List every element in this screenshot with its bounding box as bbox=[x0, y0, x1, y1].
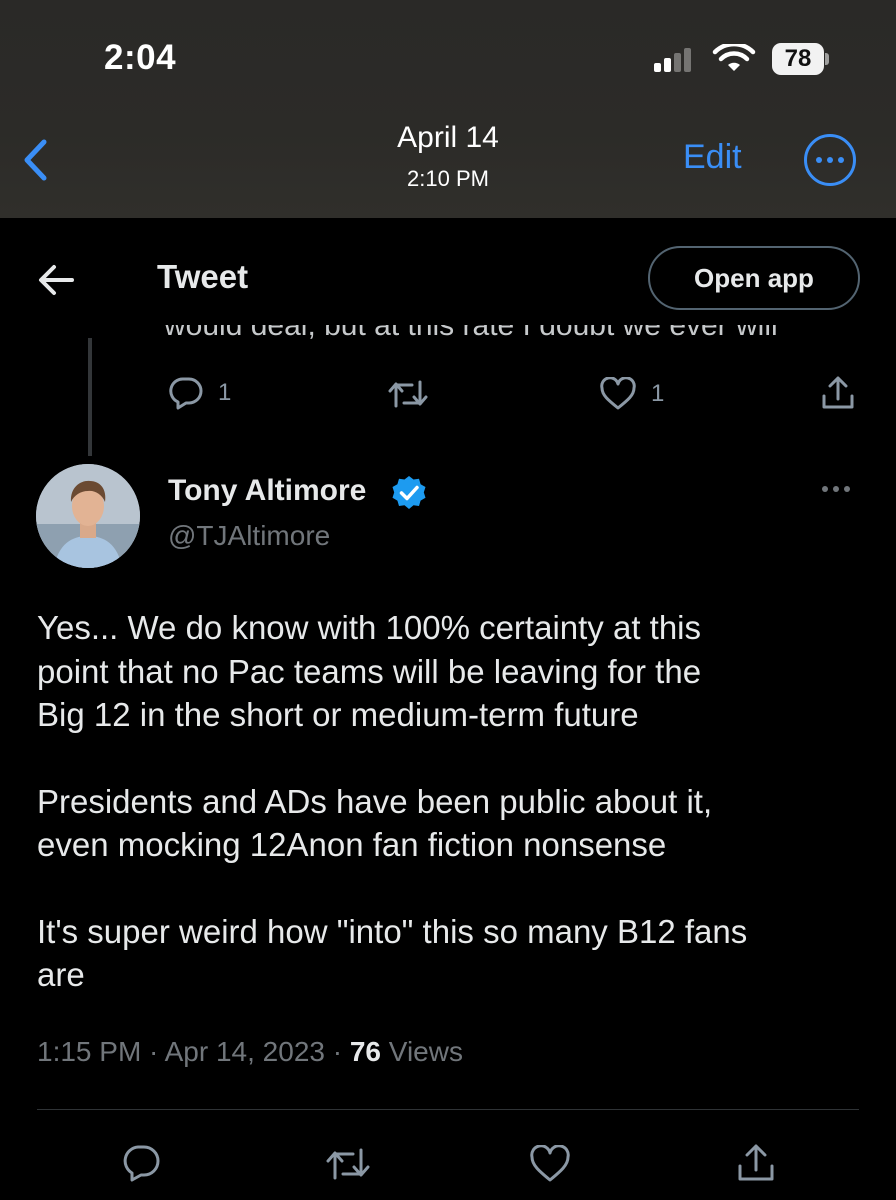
tweet-paragraph: It's super weird how "into" this so many… bbox=[37, 912, 748, 994]
reply-button[interactable] bbox=[121, 1144, 161, 1182]
wifi-icon bbox=[712, 44, 756, 71]
photo-time: 2:10 PM bbox=[407, 166, 489, 191]
open-app-button[interactable]: Open app bbox=[648, 246, 860, 310]
share-button[interactable] bbox=[736, 1142, 776, 1184]
previous-tweet-actions: 1 1 bbox=[0, 370, 896, 420]
share-icon bbox=[822, 376, 854, 409]
more-icon bbox=[816, 157, 822, 163]
retweet-icon bbox=[388, 380, 428, 408]
views-count: 76 bbox=[349, 1036, 381, 1067]
cellular-signal-icon bbox=[654, 48, 691, 72]
like-icon bbox=[530, 1145, 570, 1182]
author-handle[interactable]: @TJAltimore bbox=[168, 520, 330, 552]
verified-badge-icon bbox=[392, 476, 426, 509]
battery-level: 78 bbox=[772, 43, 824, 75]
tweet-timestamp[interactable]: 1:15 PM · Apr 14, 2023 · bbox=[37, 1036, 350, 1067]
like-button[interactable]: 1 bbox=[599, 377, 664, 411]
retweet-button[interactable] bbox=[325, 1146, 371, 1182]
status-time: 2:04 bbox=[104, 38, 177, 77]
tweet-paragraph: Yes... We do know with 100% certainty at… bbox=[37, 609, 702, 733]
battery-icon: 78 bbox=[772, 43, 829, 75]
like-button[interactable] bbox=[529, 1145, 571, 1183]
more-options-button[interactable] bbox=[804, 134, 856, 186]
retweet-button[interactable] bbox=[387, 378, 429, 410]
photo-viewer-header: 2:04 78 April 14 2:10 PM Edit bbox=[0, 0, 896, 218]
share-icon bbox=[738, 1144, 774, 1181]
tweet-meta: 1:15 PM · Apr 14, 2023 · 76 Views bbox=[37, 1036, 463, 1068]
more-icon bbox=[822, 486, 828, 492]
edit-button[interactable]: Edit bbox=[683, 138, 742, 177]
like-icon bbox=[600, 377, 636, 410]
share-button[interactable] bbox=[820, 374, 856, 412]
like-count: 1 bbox=[651, 380, 665, 407]
reply-button[interactable]: 1 bbox=[168, 376, 231, 410]
photo-date: April 14 bbox=[397, 121, 499, 154]
previous-tweet-text: would deal, but at this rate I doubt we … bbox=[164, 325, 778, 342]
tweet-actions bbox=[0, 1140, 896, 1190]
avatar[interactable] bbox=[36, 464, 140, 568]
retweet-icon bbox=[326, 1148, 370, 1180]
views-label: Views bbox=[381, 1036, 463, 1067]
reply-icon bbox=[123, 1145, 160, 1182]
divider bbox=[37, 1109, 859, 1110]
page-title: Tweet bbox=[157, 258, 249, 295]
tweet-more-button[interactable] bbox=[822, 486, 850, 492]
author-name[interactable]: Tony Altimore bbox=[168, 474, 366, 508]
arrow-left-icon[interactable] bbox=[36, 262, 76, 298]
reply-count: 1 bbox=[218, 379, 232, 406]
tweet-paragraph: Presidents and ADs have been public abou… bbox=[37, 782, 713, 864]
reply-icon bbox=[169, 377, 203, 410]
tweet-header: Tweet Open app bbox=[0, 218, 896, 336]
tweet-text: Yes... We do know with 100% certainty at… bbox=[37, 606, 867, 1040]
